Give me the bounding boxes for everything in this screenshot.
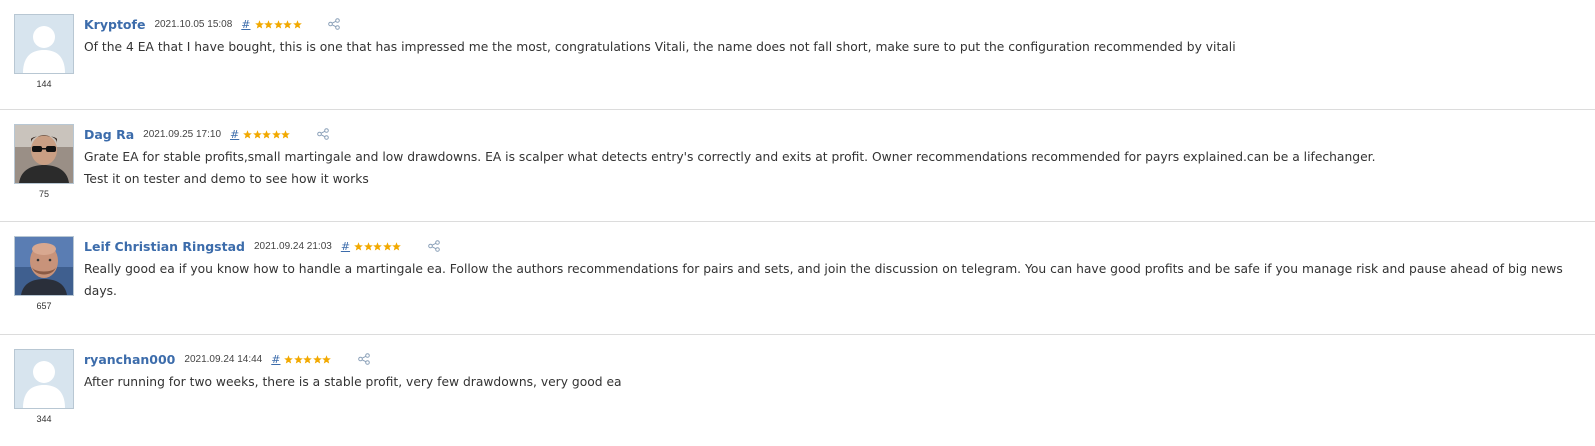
star-rating (254, 19, 303, 29)
review-text: Grate EA for stable profits,small martin… (84, 146, 1575, 190)
star-icon (354, 241, 363, 251)
review-text-line: Grate EA for stable profits,small martin… (84, 150, 1376, 164)
review-date: 2021.10.05 15:08 (154, 18, 233, 30)
star-icon (292, 19, 302, 29)
author-avatar-column: 344 (14, 349, 74, 424)
author-link[interactable]: Leif Christian Ringstad (84, 239, 245, 254)
review-text: After running for two weeks, there is a … (84, 371, 1575, 393)
permalink-hash[interactable]: # (271, 353, 280, 366)
review-text-line: days. (84, 284, 117, 298)
star-icon (284, 354, 294, 364)
permalink-hash[interactable]: # (230, 128, 239, 141)
avatar[interactable] (14, 14, 74, 74)
review-date: 2021.09.24 21:03 (253, 240, 332, 252)
default-avatar-icon (15, 350, 73, 408)
author-rating-count: 657 (36, 301, 52, 311)
avatar[interactable] (14, 124, 74, 184)
author-avatar-column: 657 (14, 236, 74, 311)
star-icon (283, 19, 292, 29)
user-photo-icon (15, 125, 73, 183)
review-meta: Kryptofe 2021.10.05 15:08 # (84, 14, 1575, 34)
avatar[interactable] (14, 349, 74, 409)
review-content: Dag Ra 2021.09.25 17:10 # Grate EA for s… (84, 124, 1575, 190)
author-rating-count: 344 (36, 414, 52, 424)
star-icon (281, 129, 291, 139)
star-rating (354, 241, 402, 251)
author-avatar-column: 75 (14, 124, 74, 199)
default-avatar-icon (15, 15, 73, 73)
user-photo-icon (15, 237, 73, 295)
share-icon[interactable] (328, 18, 340, 30)
review-content: ryanchan000 2021.09.24 14:44 # After run… (84, 349, 1575, 393)
author-link[interactable]: Kryptofe (84, 17, 145, 32)
review-text: Really good ea if you know how to handle… (84, 258, 1575, 302)
star-icon (254, 19, 264, 29)
review-text-line: After running for two weeks, there is a … (84, 375, 622, 389)
review-date: 2021.09.24 14:44 (184, 353, 263, 365)
review-item: 144 Kryptofe 2021.10.05 15:08 # Of the 4… (0, 0, 1595, 110)
star-icon (382, 241, 392, 251)
author-rating-count: 144 (36, 79, 52, 89)
review-text: Of the 4 EA that I have bought, this is … (84, 36, 1575, 58)
reviews-list: 144 Kryptofe 2021.10.05 15:08 # Of the 4… (0, 0, 1595, 446)
star-icon (271, 129, 281, 139)
star-icon (252, 129, 262, 139)
review-meta: ryanchan000 2021.09.24 14:44 # (84, 349, 1575, 369)
review-text-line: Of the 4 EA that I have bought, this is … (84, 40, 1236, 54)
permalink-hash[interactable]: # (241, 18, 250, 31)
review-text-line: Test it on tester and demo to see how it… (84, 172, 369, 186)
review-content: Kryptofe 2021.10.05 15:08 # Of the 4 EA … (84, 14, 1575, 58)
star-icon (313, 354, 322, 364)
author-avatar-column: 144 (14, 14, 74, 89)
star-icon (392, 241, 401, 251)
star-icon (243, 129, 253, 139)
review-meta: Dag Ra 2021.09.25 17:10 # (84, 124, 1575, 144)
author-link[interactable]: ryanchan000 (84, 352, 175, 367)
star-icon (303, 354, 313, 364)
star-icon (373, 241, 382, 251)
star-icon (262, 129, 272, 139)
author-rating-count: 75 (38, 189, 49, 199)
star-icon (322, 354, 332, 364)
review-item: 75 Dag Ra 2021.09.25 17:10 # Grate EA fo… (0, 110, 1595, 222)
star-icon (273, 19, 283, 29)
review-date: 2021.09.25 17:10 (143, 128, 222, 140)
star-icon (264, 19, 273, 29)
share-icon[interactable] (316, 128, 329, 140)
author-link[interactable]: Dag Ra (84, 127, 134, 142)
review-content: Leif Christian Ringstad 2021.09.24 21:03… (84, 236, 1575, 302)
avatar[interactable] (14, 236, 74, 296)
star-rating (243, 129, 291, 139)
share-icon[interactable] (358, 353, 370, 365)
review-item: 657 Leif Christian Ringstad 2021.09.24 2… (0, 222, 1595, 335)
share-icon[interactable] (427, 240, 440, 252)
star-rating (284, 354, 332, 364)
review-text-line: Really good ea if you know how to handle… (84, 262, 1563, 276)
review-item: 344 ryanchan000 2021.09.24 14:44 # After… (0, 335, 1595, 446)
star-icon (294, 354, 303, 364)
permalink-hash[interactable]: # (341, 240, 350, 253)
star-icon (363, 241, 373, 251)
review-meta: Leif Christian Ringstad 2021.09.24 21:03… (84, 236, 1575, 256)
